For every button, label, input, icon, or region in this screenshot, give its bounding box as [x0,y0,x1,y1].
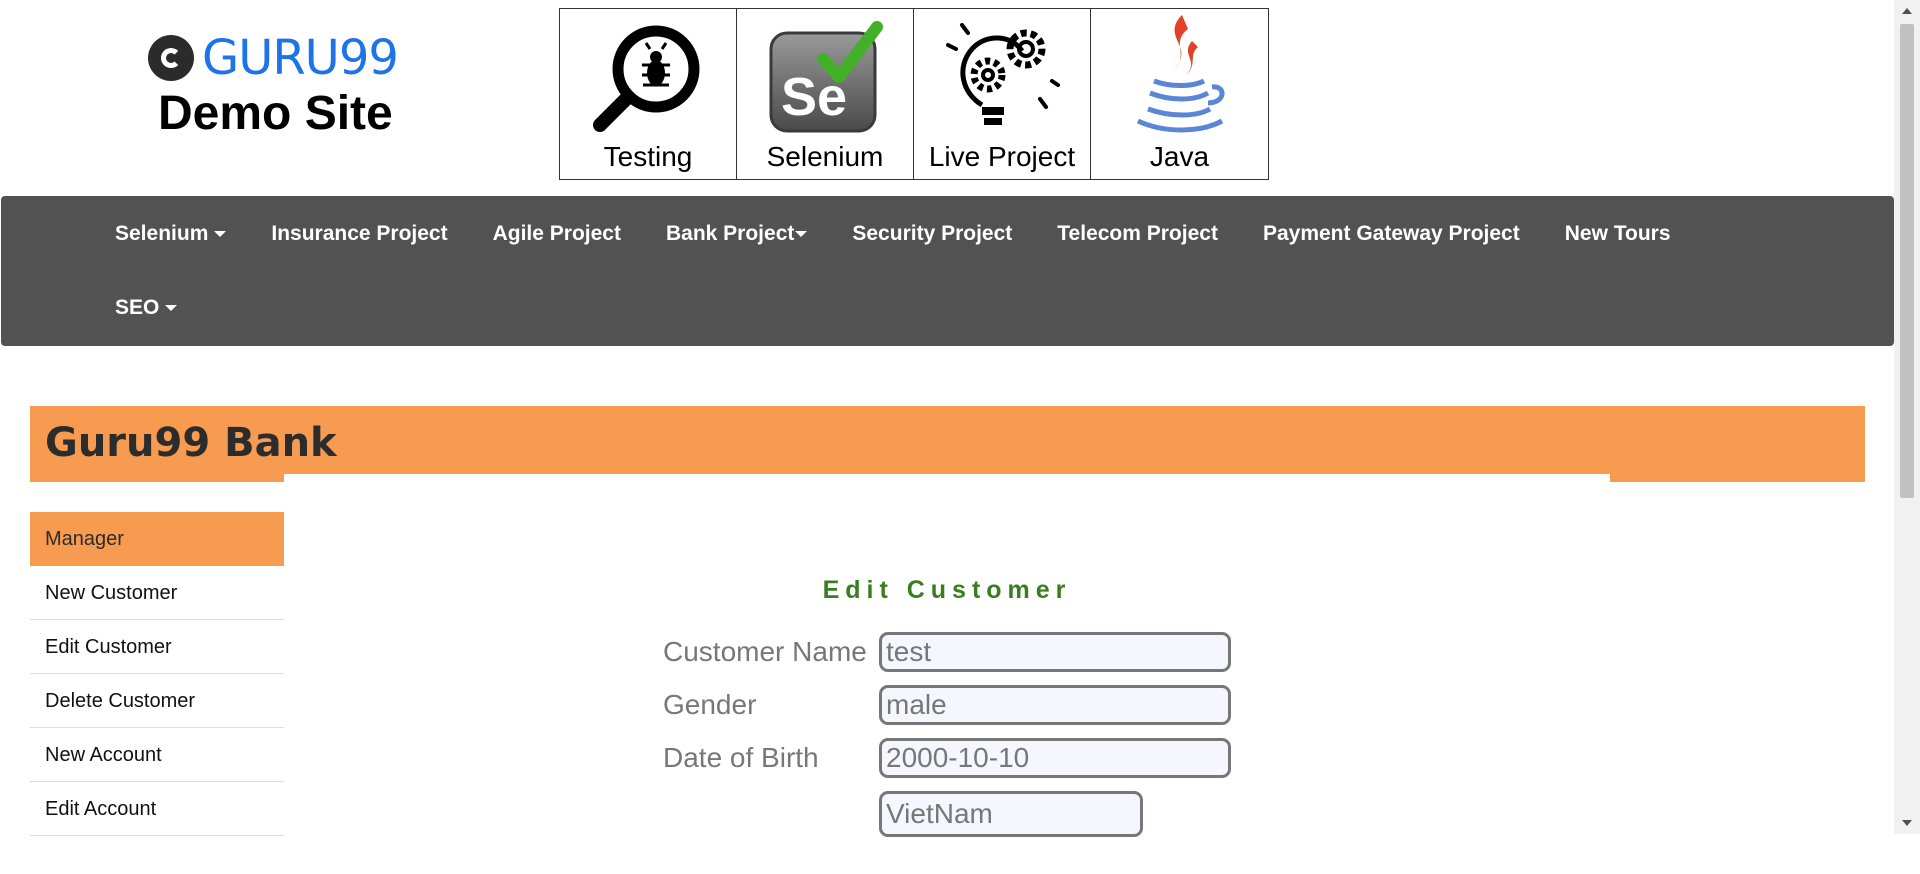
sidebar-item-delete-customer[interactable]: Delete Customer [30,674,284,728]
nav-telecom-project[interactable]: Telecom Project [1057,222,1218,246]
logo-brand: GURU99 [202,30,399,86]
bank-banner: Guru99 Bank [30,406,1865,482]
customer-name-label: Customer Name [663,636,867,667]
main-navbar: Selenium Insurance Project Agile Project… [1,196,1894,346]
sidebar-item-new-customer[interactable]: New Customer [30,566,284,620]
chevron-down-icon [214,231,227,238]
scroll-thumb[interactable] [1900,24,1914,498]
form-title: Edit Customer [822,576,1072,604]
bug-magnifier-icon [593,25,700,132]
course-tiles: Testing Se Selenium Live Project Java [559,8,1269,180]
tile-label: Selenium [766,141,884,172]
customer-name-row: Customer Name [663,632,1231,672]
nav-label: New Tours [1564,222,1671,245]
logo-subtitle: Demo Site [158,87,393,140]
tile-live-project[interactable]: Live Project [914,9,1091,179]
nav-label: SEO [115,296,160,319]
lightbulb-gears-icon [946,23,1060,125]
sidebar-item-new-account[interactable]: New Account [30,728,284,782]
nav-label: Bank Project [665,222,795,245]
nav-security-project[interactable]: Security Project [852,222,1012,246]
page-scrollbar[interactable] [1894,0,1920,834]
customer-name-input[interactable] [879,632,1231,672]
selenium-icon: Se [769,21,883,133]
nav-label: Agile Project [492,222,621,245]
sidebar-item-edit-customer[interactable]: Edit Customer [30,620,284,674]
bank-title: Guru99 Bank [45,420,337,466]
nav-bank-project[interactable]: Bank Project [665,222,808,246]
scroll-up-arrow-icon[interactable] [1902,8,1912,14]
nav-label: Insurance Project [271,222,448,245]
manager-sidebar: Manager New Customer Edit Customer Delet… [30,512,284,836]
nav-agile-project[interactable]: Agile Project [493,222,621,246]
nav-label: Security Project [852,222,1013,245]
java-cup-icon [1136,15,1224,133]
address-input[interactable] [879,791,1143,837]
dob-input[interactable] [879,738,1231,778]
nav-label: Payment Gateway Project [1262,222,1520,245]
sidebar-item-edit-account[interactable]: Edit Account [30,782,284,836]
nav-payment-gateway-project[interactable]: Payment Gateway Project [1263,222,1520,246]
tile-java[interactable]: Java [1091,9,1268,179]
nav-selenium[interactable]: Selenium [115,222,227,246]
nav-label: Telecom Project [1057,222,1218,245]
chevron-down-icon [795,231,808,238]
gender-row: Gender [663,685,1231,725]
dob-label: Date of Birth [663,742,819,773]
tile-label: Live Project [928,141,1076,172]
gender-label: Gender [663,689,757,720]
nav-new-tours[interactable]: New Tours [1565,222,1671,246]
guru99-logo-icon [148,35,194,81]
nav-insurance-project[interactable]: Insurance Project [271,222,447,246]
nav-label: Selenium [115,222,209,245]
sidebar-item-manager[interactable]: Manager [30,512,284,566]
tile-label: Testing [603,141,693,172]
dob-row: Date of Birth [663,738,1231,778]
guru99-logo[interactable]: GURU99 Demo Site [148,30,410,142]
tile-testing[interactable]: Testing [560,9,737,179]
scroll-down-arrow-icon[interactable] [1902,820,1912,826]
chevron-down-icon [165,305,178,312]
tile-selenium[interactable]: Se Selenium [737,9,914,179]
tile-label: Java [1149,141,1210,172]
address-row [663,791,1143,837]
gender-input[interactable] [879,685,1231,725]
nav-seo[interactable]: SEO [115,296,178,320]
